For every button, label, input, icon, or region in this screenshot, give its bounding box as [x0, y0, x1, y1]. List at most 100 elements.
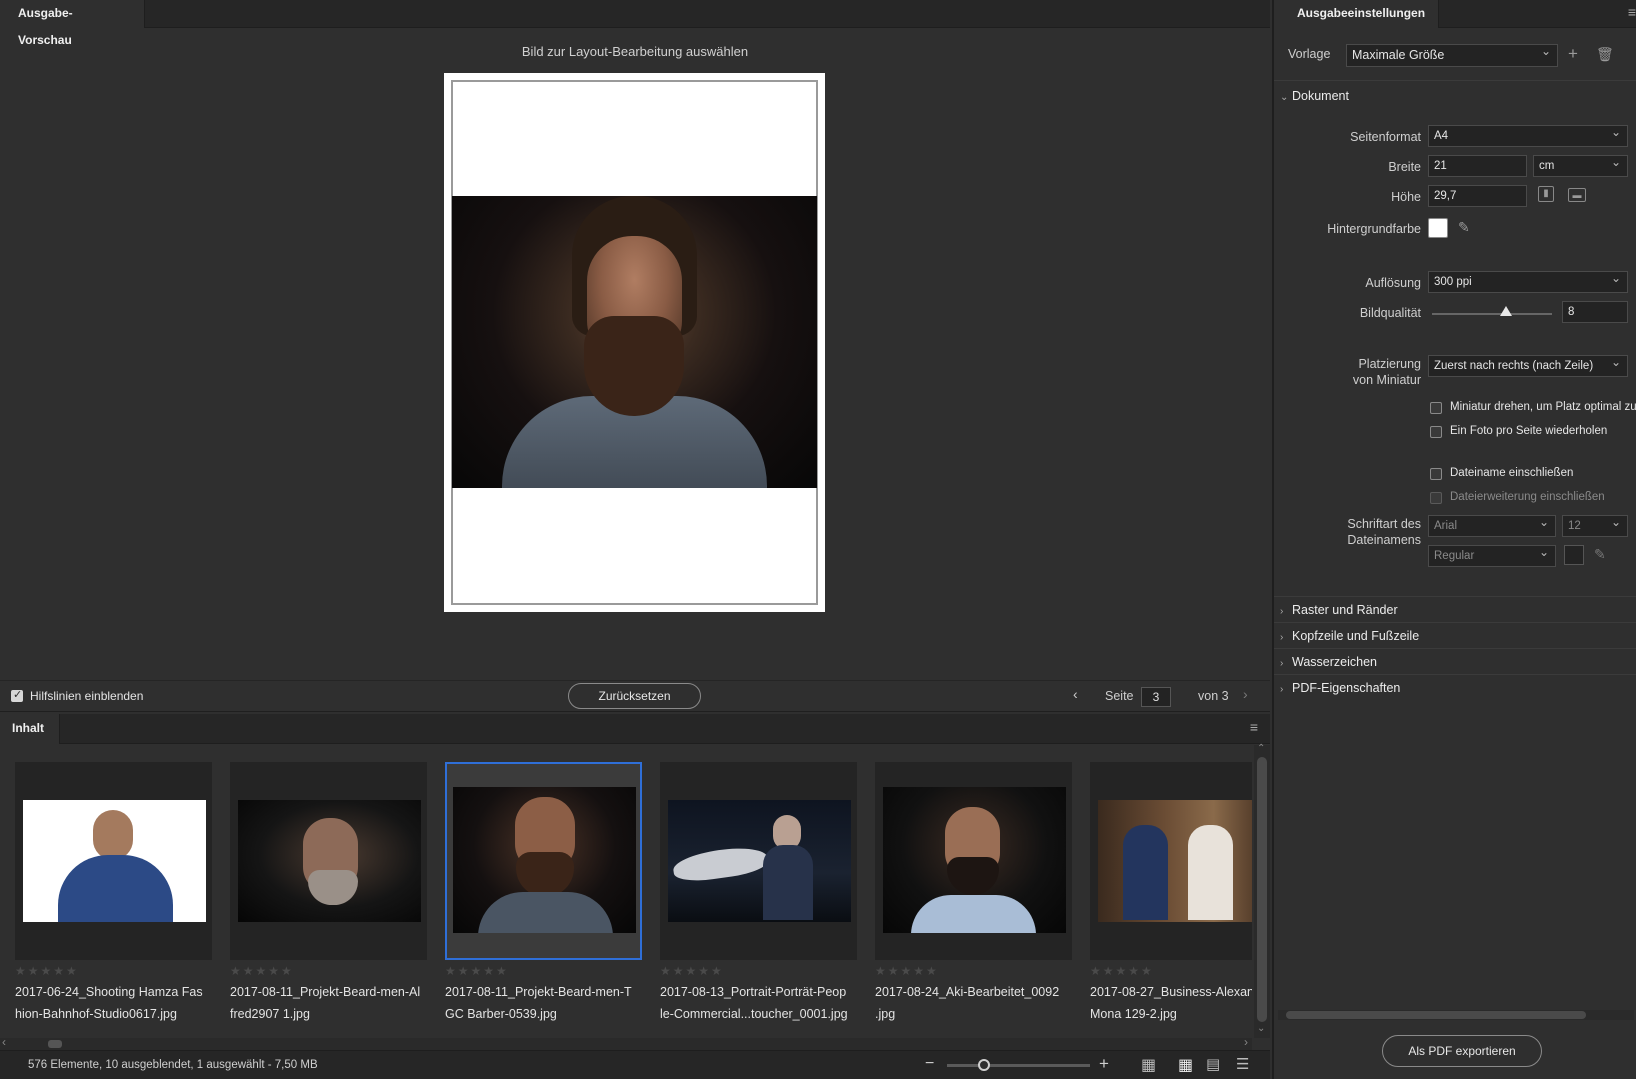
reset-button-label: Zurücksetzen: [598, 689, 671, 703]
horizontal-scroll-thumb[interactable]: [48, 1040, 62, 1048]
thumbnail-item[interactable]: [660, 762, 857, 960]
page-number-input[interactable]: 3: [1141, 687, 1171, 707]
preview-controlbar: Hilfslinien einblenden Zurücksetzen ‹ Se…: [0, 680, 1270, 712]
image-quality-slider-handle[interactable]: [1500, 306, 1512, 316]
section-grid-margins[interactable]: › Raster und Ränder: [1280, 603, 1398, 617]
include-extension-checkbox[interactable]: [1430, 492, 1442, 504]
image-quality-label: Bildqualität: [1359, 306, 1421, 320]
section-pdf-properties-label: PDF-Eigenschaften: [1292, 681, 1401, 695]
rotate-thumbnail-checkbox[interactable]: [1430, 402, 1442, 414]
settings-scroll-thumb[interactable]: [1286, 1011, 1586, 1019]
unit-select[interactable]: cm: [1533, 155, 1628, 177]
content-menu-icon[interactable]: ≡: [1250, 719, 1258, 735]
page-format-select[interactable]: A4: [1428, 125, 1628, 147]
thumbnail-image: [883, 787, 1066, 933]
width-input[interactable]: 21: [1428, 155, 1527, 177]
output-preview-pane: Ausgabe-Vorschau Bild zur Layout-Bearbei…: [0, 0, 1270, 1079]
grid-view-large-icon[interactable]: ▦: [1141, 1055, 1156, 1075]
tab-output-preview[interactable]: Ausgabe-Vorschau: [0, 0, 145, 47]
rating-stars[interactable]: ★★★★★: [230, 964, 294, 978]
show-guides-checkbox[interactable]: [11, 688, 23, 702]
thumbnail-item[interactable]: [1090, 762, 1252, 960]
section-header-footer[interactable]: › Kopfzeile und Fußzeile: [1280, 629, 1419, 643]
export-pdf-button-label: Als PDF exportieren: [1408, 1044, 1516, 1058]
add-template-icon[interactable]: +: [1568, 44, 1578, 64]
template-select[interactable]: Maximale Größe: [1346, 44, 1558, 67]
background-color-label: Hintergrundfarbe: [1327, 222, 1421, 236]
eyedropper-icon[interactable]: ✎: [1458, 219, 1470, 236]
height-input[interactable]: 29,7: [1428, 185, 1527, 207]
one-photo-per-page-label: Ein Foto pro Seite wiederholen: [1450, 425, 1608, 437]
landscape-orientation-icon[interactable]: ▬: [1568, 188, 1586, 202]
settings-menu-icon[interactable]: ≡: [1628, 4, 1636, 20]
show-guides-label: Hilfslinien einblenden: [30, 689, 144, 703]
rotate-thumbnail-label: Miniatur drehen, um Platz optimal zu: [1450, 401, 1636, 413]
include-filename-option[interactable]: Dateiname einschließen: [1430, 467, 1573, 480]
portrait-orientation-icon[interactable]: ▮: [1538, 186, 1554, 202]
font-size-select[interactable]: 12: [1562, 515, 1628, 537]
chevron-down-icon: ⌄: [1280, 92, 1289, 103]
zoom-slider-track[interactable]: [947, 1064, 1090, 1067]
thumbnail-item[interactable]: [875, 762, 1072, 960]
font-family-select[interactable]: Arial: [1428, 515, 1556, 537]
vertical-scroll-thumb[interactable]: [1257, 757, 1267, 1022]
section-document[interactable]: ⌄ Dokument: [1280, 89, 1349, 103]
thumb-subject-beard: [516, 852, 574, 897]
filmstrip-horizontal-scrollbar[interactable]: ‹ ›: [0, 1035, 1252, 1050]
preview-photo[interactable]: [452, 196, 817, 488]
scroll-down-icon[interactable]: ⌄: [1257, 1023, 1265, 1034]
page-format-label: Seitenformat: [1350, 130, 1421, 144]
export-pdf-button[interactable]: Als PDF exportieren: [1382, 1035, 1542, 1067]
resolution-label: Auflösung: [1365, 276, 1421, 290]
resolution-select[interactable]: 300 ppi: [1428, 271, 1628, 293]
scroll-up-icon[interactable]: ⌃: [1257, 743, 1265, 754]
thumbnail-item-selected[interactable]: [445, 762, 642, 960]
list-view-icon[interactable]: ☰: [1236, 1055, 1249, 1073]
delete-template-icon[interactable]: 🗑: [1596, 46, 1614, 63]
one-photo-per-page-checkbox[interactable]: [1430, 426, 1442, 438]
placement-select[interactable]: Zuerst nach rechts (nach Zeile): [1428, 355, 1628, 377]
grid-view-small-icon[interactable]: ▦: [1178, 1055, 1193, 1075]
tab-output-settings[interactable]: Ausgabeeinstellungen: [1274, 0, 1439, 28]
include-extension-option[interactable]: Dateierweiterung einschließen: [1430, 491, 1605, 504]
next-page-icon[interactable]: ›: [1243, 686, 1248, 702]
layout-hint: Bild zur Layout-Bearbeitung auswählen: [521, 44, 749, 59]
reset-button[interactable]: Zurücksetzen: [568, 683, 701, 709]
zoom-in-icon[interactable]: +: [1099, 1054, 1109, 1074]
detail-view-icon[interactable]: ▤: [1206, 1055, 1220, 1073]
separator: [1274, 674, 1636, 675]
one-photo-per-page-option[interactable]: Ein Foto pro Seite wiederholen: [1430, 425, 1608, 438]
section-pdf-properties[interactable]: › PDF-Eigenschaften: [1280, 681, 1400, 695]
zoom-out-icon[interactable]: −: [925, 1055, 934, 1073]
section-watermark[interactable]: › Wasserzeichen: [1280, 655, 1377, 669]
page-preview[interactable]: [444, 73, 825, 612]
rating-stars[interactable]: ★★★★★: [1090, 964, 1154, 978]
include-filename-checkbox[interactable]: [1430, 468, 1442, 480]
font-eyedropper-icon[interactable]: ✎: [1594, 546, 1606, 563]
rotate-thumbnail-option[interactable]: Miniatur drehen, um Platz optimal zu: [1430, 401, 1636, 414]
thumbnail-placement-label-line2: von Miniatur: [1352, 373, 1421, 387]
settings-horizontal-scrollbar[interactable]: [1278, 1010, 1634, 1020]
rating-stars[interactable]: ★★★★★: [15, 964, 79, 978]
image-quality-slider-track[interactable]: [1432, 313, 1552, 315]
separator: [1274, 648, 1636, 649]
filmstrip-vertical-scrollbar[interactable]: ⌃ ⌄: [1254, 743, 1270, 1038]
thumbnail-item[interactable]: [230, 762, 427, 960]
thumbnail-item[interactable]: [15, 762, 212, 960]
background-color-swatch[interactable]: [1428, 218, 1448, 238]
tab-content[interactable]: Inhalt: [0, 714, 60, 744]
zoom-slider-handle[interactable]: [978, 1059, 990, 1071]
scroll-left-icon[interactable]: ‹: [2, 1035, 6, 1049]
rating-stars[interactable]: ★★★★★: [660, 964, 724, 978]
page-total-label: von 3: [1198, 689, 1229, 703]
section-watermark-label: Wasserzeichen: [1292, 655, 1377, 669]
rating-stars[interactable]: ★★★★★: [445, 964, 509, 978]
thumb-subject-body: [763, 845, 813, 920]
prev-page-icon[interactable]: ‹: [1073, 686, 1078, 702]
scroll-right-icon[interactable]: ›: [1244, 1035, 1248, 1049]
thumb-subject-body: [58, 855, 173, 922]
font-color-swatch[interactable]: [1564, 545, 1584, 565]
image-quality-input[interactable]: 8: [1562, 301, 1628, 323]
rating-stars[interactable]: ★★★★★: [875, 964, 939, 978]
font-style-select[interactable]: Regular: [1428, 545, 1556, 567]
